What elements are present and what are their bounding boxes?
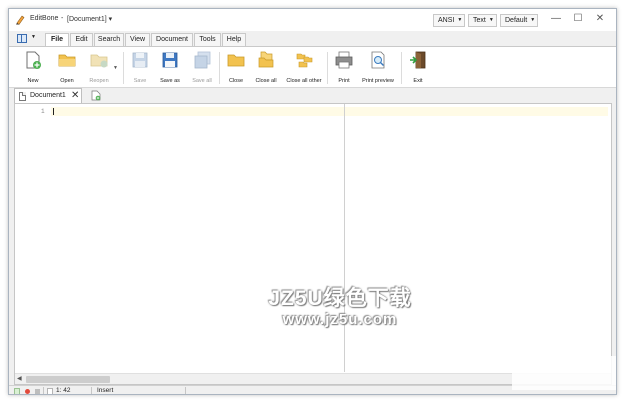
scroll-left-icon[interactable]: ◀ — [17, 375, 22, 382]
save-as-disk-icon — [162, 52, 178, 68]
color-scheme-value: Default — [505, 17, 528, 24]
document-title-dropdown[interactable]: [Document1] ▾ — [67, 15, 112, 23]
chevron-down-icon: ▼ — [488, 17, 494, 23]
toolbar-divider — [123, 52, 124, 84]
close-tab-button[interactable]: ✕ — [71, 90, 79, 102]
toolbar-divider — [219, 52, 220, 84]
chevron-down-icon: ▼ — [530, 17, 536, 23]
right-margin-line — [344, 104, 345, 372]
save-label: Save — [133, 78, 147, 84]
tab-file[interactable]: File — [45, 33, 69, 47]
app-pen-icon[interactable] — [15, 14, 25, 25]
quick-access-menu-button[interactable]: ▼ — [15, 33, 41, 45]
document-tab-label: Document1 — [30, 92, 66, 99]
status-divider — [91, 387, 92, 394]
highlighter-dropdown[interactable]: Text ▼ — [468, 14, 497, 27]
lock-indicator-icon — [35, 389, 40, 394]
save-all-button[interactable]: Save all — [187, 49, 217, 87]
exit-button[interactable]: Exit — [405, 49, 431, 87]
watermark-url: www.jz5u.com — [282, 311, 398, 328]
tab-document[interactable]: Document — [151, 33, 193, 46]
close-folder-icon — [227, 54, 245, 67]
status-divider — [43, 387, 44, 394]
tab-view[interactable]: View — [125, 33, 150, 46]
toolbar-divider — [401, 52, 402, 84]
minimize-button[interactable]: — — [545, 12, 567, 26]
current-line-highlight — [51, 107, 608, 116]
close-label: Close — [228, 78, 244, 84]
text-editor[interactable]: 1 JZ5U绿色下载 www.jz5u.com ◀ — [14, 103, 612, 385]
close-all-other-label: Close all other — [286, 78, 322, 84]
print-preview-button[interactable]: Print preview — [359, 49, 397, 87]
close-all-folders-icon — [258, 51, 274, 68]
tab-edit[interactable]: Edit — [70, 33, 93, 46]
insert-mode[interactable]: Insert — [97, 387, 113, 394]
title-bar: EditBone - [Document1] ▾ ANSI ▼ Text ▼ Def… — [9, 9, 616, 31]
print-label: Print — [338, 78, 350, 84]
open-folder-icon — [58, 54, 76, 67]
print-button[interactable]: Print — [331, 49, 357, 87]
chevron-down-icon[interactable]: ▼ — [113, 65, 118, 71]
printer-icon — [335, 51, 353, 69]
scrollbar-thumb[interactable] — [26, 376, 110, 383]
color-scheme-dropdown[interactable]: Default ▼ — [500, 14, 538, 27]
watermark: JZ5U绿色下载 www.jz5u.com — [240, 282, 440, 328]
modified-indicator-icon — [25, 389, 30, 394]
app-title: EditBone — [30, 15, 59, 22]
toolbar-divider — [327, 52, 328, 84]
document-tab[interactable]: Document1 ✕ — [14, 88, 82, 103]
chevron-down-icon: ▼ — [457, 17, 463, 23]
new-document-icon — [26, 51, 41, 69]
tab-tools[interactable]: Tools — [194, 33, 221, 46]
window-layout-icon — [17, 34, 27, 43]
save-as-label: Save as — [160, 78, 180, 84]
save-disk-icon — [132, 52, 148, 68]
close-all-other-button[interactable]: Close all other — [284, 49, 324, 87]
maximize-button[interactable]: ☐ — [567, 12, 589, 26]
watermark-title: JZ5U绿色下载 — [268, 287, 412, 310]
open-button[interactable]: Open — [51, 49, 83, 87]
tab-help[interactable]: Help — [222, 33, 246, 46]
chevron-down-icon: ▼ — [31, 34, 36, 40]
new-button[interactable]: New — [17, 49, 49, 87]
reopen-button[interactable]: Reopen — [83, 49, 115, 87]
open-label: Open — [60, 78, 74, 84]
exit-label: Exit — [413, 78, 423, 84]
print-preview-icon — [371, 51, 385, 69]
new-tab-icon[interactable] — [91, 90, 101, 101]
exit-door-icon — [410, 51, 426, 69]
save-as-button[interactable]: Save as — [155, 49, 185, 87]
ribbon-toolbar: New Open Reopen ▼ Save Save as Save all … — [9, 46, 616, 88]
status-divider — [185, 387, 186, 394]
editbone-window: EditBone - [Document1] ▾ ANSI ▼ Text ▼ Def… — [8, 8, 617, 395]
save-all-label: Save all — [192, 78, 212, 84]
save-button[interactable]: Save — [127, 49, 153, 87]
title-separator: - — [61, 15, 64, 22]
print-preview-label: Print preview — [362, 78, 394, 84]
save-all-icon — [194, 51, 211, 69]
encoding-dropdown[interactable]: ANSI ▼ — [433, 14, 465, 27]
close-window-button[interactable]: ✕ — [589, 12, 611, 26]
overlay-box — [512, 356, 616, 390]
close-button[interactable]: Close — [223, 49, 249, 87]
close-all-label: Close all — [255, 78, 277, 84]
tab-search[interactable]: Search — [94, 33, 124, 46]
document-status-icon — [14, 388, 20, 394]
caret-position: 1: 42 — [56, 387, 71, 394]
line-number: 1 — [41, 108, 45, 115]
text-caret — [53, 108, 54, 115]
document-icon — [19, 92, 26, 101]
highlighter-value: Text — [473, 17, 486, 24]
reopen-folder-icon — [90, 54, 108, 68]
close-all-button[interactable]: Close all — [251, 49, 281, 87]
close-all-other-icon — [296, 53, 313, 68]
ribbon-tab-bar: ▼ File Edit Search View Document Tools H… — [9, 31, 616, 47]
new-label: New — [27, 78, 39, 84]
encoding-value: ANSI — [438, 17, 455, 24]
document-tab-bar: Document1 ✕ — [9, 88, 616, 103]
caret-position-icon — [47, 388, 53, 394]
reopen-label: Reopen — [89, 78, 109, 84]
